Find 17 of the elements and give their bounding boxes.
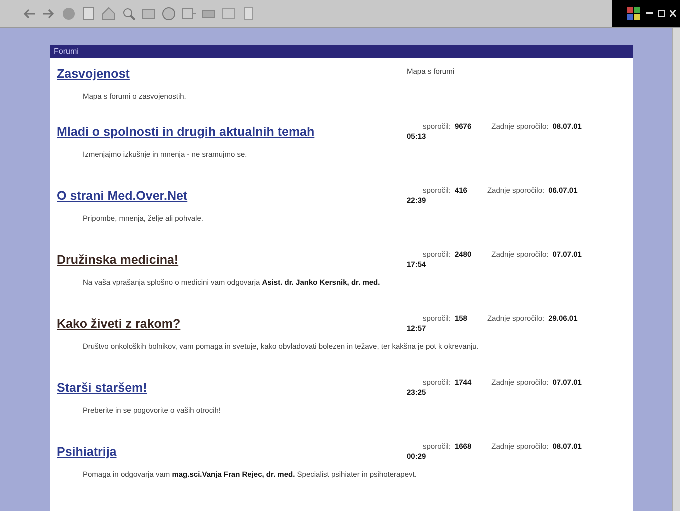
search-icon[interactable] — [122, 6, 136, 20]
minimize-icon[interactable] — [646, 12, 653, 15]
panel-header: Forumi — [50, 45, 633, 58]
forum-title-link[interactable]: O strani Med.Over.Net — [57, 189, 188, 203]
maximize-icon[interactable] — [658, 10, 665, 17]
forum-title-link[interactable]: Družinska medicina! — [57, 253, 179, 267]
scrollbar[interactable] — [672, 28, 680, 511]
forum-title-link[interactable]: Starši staršem! — [57, 381, 148, 395]
close-icon[interactable] — [670, 10, 676, 17]
home-icon[interactable] — [102, 6, 116, 20]
back-icon[interactable] — [22, 6, 36, 20]
forum-title-link[interactable]: Kako živeti z rakom? — [57, 317, 181, 331]
forward-icon[interactable] — [42, 6, 56, 20]
windows-logo-icon — [627, 7, 641, 20]
forum-title-link[interactable]: Zasvojenost — [57, 67, 130, 81]
forum-title-link[interactable]: Psihiatrija — [57, 445, 117, 459]
forum-title-link[interactable]: Mladi o spolnosti in drugih aktualnih temah — [57, 125, 315, 139]
